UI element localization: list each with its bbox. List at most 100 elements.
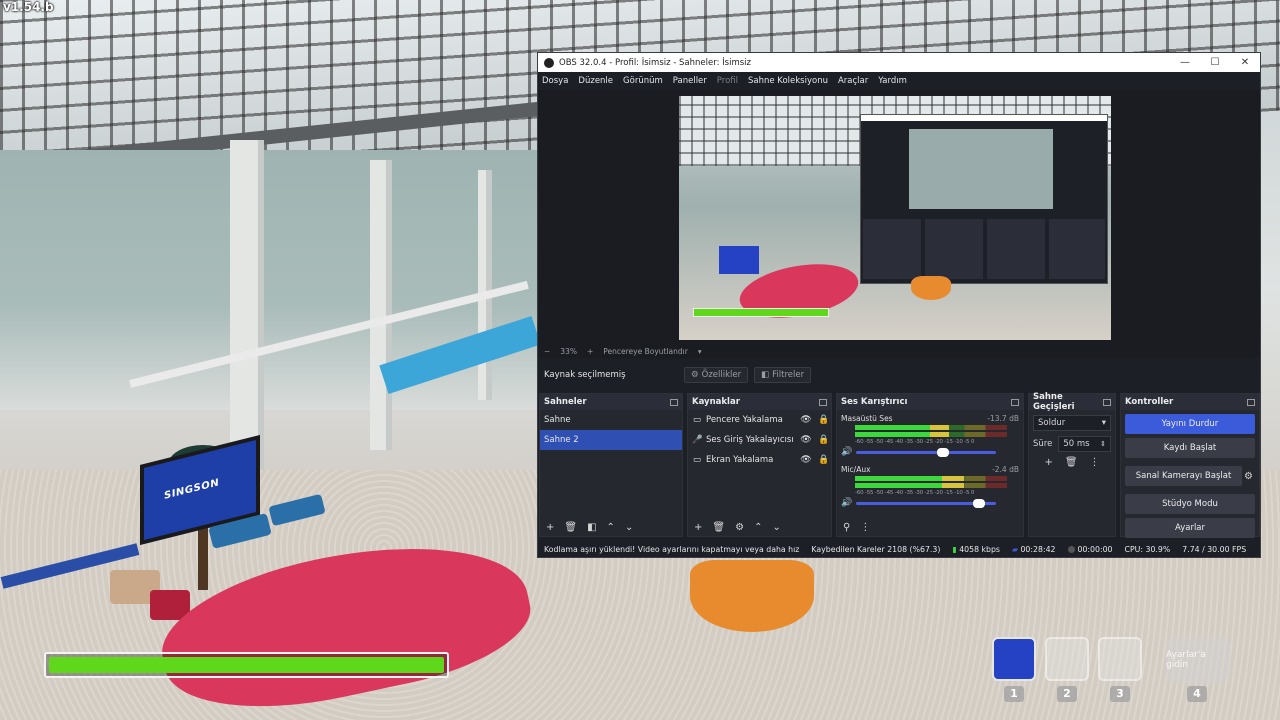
controls-title: Kontroller xyxy=(1125,397,1174,407)
meter-ticks: -60 -55 -50 -45 -40 -35 -30 -25 -20 -15 … xyxy=(855,490,975,496)
zoom-out-button[interactable]: − xyxy=(544,347,550,356)
sources-header: Kaynaklar xyxy=(688,394,831,410)
filter-icon[interactable]: ◧ xyxy=(587,522,596,533)
lock-icon[interactable]: 🔒 xyxy=(817,415,831,425)
speaker-icon[interactable]: 🔊 xyxy=(841,447,852,457)
menu-profil[interactable]: Profil xyxy=(717,76,738,86)
undock-icon[interactable] xyxy=(670,398,678,406)
scene-item-sahne-2[interactable]: Sahne 2 xyxy=(540,430,682,450)
chevron-down-icon[interactable]: ▾ xyxy=(698,347,702,356)
chevron-down-icon[interactable]: ⌄ xyxy=(625,522,633,533)
source-toolbar: Kaynak seçilmemiş ⚙ Özellikler ◧ Filtrel… xyxy=(538,365,1260,385)
health-fill xyxy=(49,657,444,673)
link-icon[interactable]: ⚲ xyxy=(843,522,850,533)
add-icon[interactable]: + xyxy=(694,522,702,533)
minimize-icon[interactable]: — xyxy=(1170,57,1200,68)
volume-slider[interactable] xyxy=(856,498,997,508)
undock-icon[interactable] xyxy=(819,398,827,406)
source-label: Ses Giriş Yakalayıcısı xyxy=(706,435,794,445)
channel-db: -13.7 dB xyxy=(987,414,1019,423)
controls-header: Kontroller xyxy=(1121,394,1259,410)
settings-button[interactable]: Ayarlar xyxy=(1125,518,1255,538)
stop-stream-button[interactable]: Yayını Durdur xyxy=(1125,414,1255,434)
more-icon[interactable]: ⋮ xyxy=(1090,457,1100,468)
dropped-frames: Kaybedilen Kareler 2108 (%67.3) xyxy=(811,544,941,554)
source-item[interactable]: ▭ Ekran Yakalama 👁 🔒 xyxy=(688,450,831,470)
preview-canvas[interactable] xyxy=(679,96,1111,340)
hotbar-num-1: 1 xyxy=(1004,686,1024,702)
properties-button[interactable]: ⚙ Özellikler xyxy=(684,367,749,383)
stream-icon: ▰ xyxy=(1011,544,1018,554)
hotbar-slot-2[interactable] xyxy=(1045,637,1089,681)
close-icon[interactable]: ✕ xyxy=(1230,57,1260,68)
undock-icon[interactable] xyxy=(1011,398,1019,406)
mixer-toolbar: ⚲ ⋮ xyxy=(837,518,1023,536)
gear-icon[interactable]: ⚙ xyxy=(735,522,744,533)
spin-arrows-icon[interactable]: ⇕ xyxy=(1100,440,1106,448)
filters-label: Filtreler xyxy=(772,370,805,380)
preview-area[interactable] xyxy=(538,90,1260,344)
volume-knob[interactable] xyxy=(937,447,950,457)
record-time: 00:00:00 xyxy=(1067,545,1113,554)
duration-spinbox[interactable]: 50 ms ⇕ xyxy=(1058,436,1111,452)
volume-slider[interactable] xyxy=(856,447,997,457)
menu-sahne-koleksiyonu[interactable]: Sahne Koleksiyonu xyxy=(748,76,828,86)
chevron-up-icon[interactable]: ⌃ xyxy=(754,522,762,533)
version-label: v1.54.b xyxy=(3,0,54,14)
audio-mixer-dock: Ses Karıştırıcı Masaüstü Ses -13.7 dB -6… xyxy=(836,393,1024,537)
pillar xyxy=(478,170,492,400)
maximize-icon[interactable]: ☐ xyxy=(1200,57,1230,68)
source-item[interactable]: ▭ Pencere Yakalama 👁 🔒 xyxy=(688,410,831,430)
eye-icon[interactable]: 👁 xyxy=(799,415,813,425)
obs-logo-icon xyxy=(544,57,554,68)
hotbar-slot-1[interactable] xyxy=(992,637,1036,681)
menu-yardim[interactable]: Yardım xyxy=(878,76,907,86)
meter-ticks: -60 -55 -50 -45 -40 -35 -30 -25 -20 -15 … xyxy=(855,439,975,445)
undock-icon[interactable] xyxy=(1103,398,1111,406)
trash-icon[interactable]: 🗑 xyxy=(1065,457,1078,468)
chevron-up-icon[interactable]: ⌃ xyxy=(607,522,615,533)
source-label: Ekran Yakalama xyxy=(706,455,774,465)
lock-icon[interactable]: 🔒 xyxy=(817,455,831,465)
studio-mode-button[interactable]: Stüdyo Modu xyxy=(1125,494,1255,514)
button-label: Ayarlar xyxy=(1174,523,1206,533)
transition-select[interactable]: Soldur ▾ xyxy=(1033,415,1111,431)
hotbar-slot-3[interactable] xyxy=(1098,637,1142,681)
speaker-icon[interactable]: 🔊 xyxy=(841,498,852,508)
menu-paneller[interactable]: Paneller xyxy=(673,76,707,86)
volume-knob[interactable] xyxy=(973,498,986,508)
chevron-down-icon[interactable]: ⌄ xyxy=(772,522,780,533)
trash-icon[interactable]: 🗑 xyxy=(564,522,577,533)
more-icon[interactable]: ⋮ xyxy=(860,522,870,533)
eye-icon[interactable]: 👁 xyxy=(799,435,813,445)
mixer-channel-mic: Mic/Aux -2.4 dB -60 -55 -50 -45 -40 -35 … xyxy=(837,461,1023,512)
zoom-in-button[interactable]: + xyxy=(587,347,593,356)
trash-icon[interactable]: 🗑 xyxy=(712,522,725,533)
source-item[interactable]: 🎤 Ses Giriş Yakalayıcısı 👁 🔒 xyxy=(688,430,831,450)
menu-duzenle[interactable]: Düzenle xyxy=(578,76,613,86)
undock-icon[interactable] xyxy=(1247,398,1255,406)
start-recording-button[interactable]: Kaydı Başlat xyxy=(1125,438,1255,458)
button-label: Stüdyo Modu xyxy=(1162,499,1218,509)
volume-row: 🔊 xyxy=(841,447,1019,457)
mixer-title: Ses Karıştırıcı xyxy=(841,397,908,407)
hotbar-num-4: 4 xyxy=(1187,686,1207,702)
eye-icon[interactable]: 👁 xyxy=(799,455,813,465)
menu-araclar[interactable]: Araçlar xyxy=(838,76,868,86)
sources-title: Kaynaklar xyxy=(692,397,740,407)
add-icon[interactable]: + xyxy=(546,522,554,533)
fit-to-window[interactable]: Pencereye Boyutlandır xyxy=(603,347,688,356)
scene-label: Sahne 2 xyxy=(544,435,579,445)
start-virtual-camera-button[interactable]: Sanal Kamerayı Başlat xyxy=(1125,466,1243,486)
lock-icon[interactable]: 🔒 xyxy=(817,435,831,445)
filters-button[interactable]: ◧ Filtreler xyxy=(754,367,812,383)
tv-logo-text: SINGSON xyxy=(164,477,220,502)
gear-icon[interactable]: ⚙ xyxy=(1244,471,1253,482)
add-icon[interactable]: + xyxy=(1044,457,1052,468)
hotbar-slot-4[interactable]: Ayarlar'a gidin xyxy=(1166,637,1230,683)
menu-gorunum[interactable]: Görünüm xyxy=(623,76,663,86)
chevron-down-icon: ▾ xyxy=(1101,418,1106,428)
zoom-value: 33% xyxy=(560,346,577,356)
scene-item-sahne[interactable]: Sahne xyxy=(540,410,682,430)
menu-dosya[interactable]: Dosya xyxy=(542,76,568,86)
